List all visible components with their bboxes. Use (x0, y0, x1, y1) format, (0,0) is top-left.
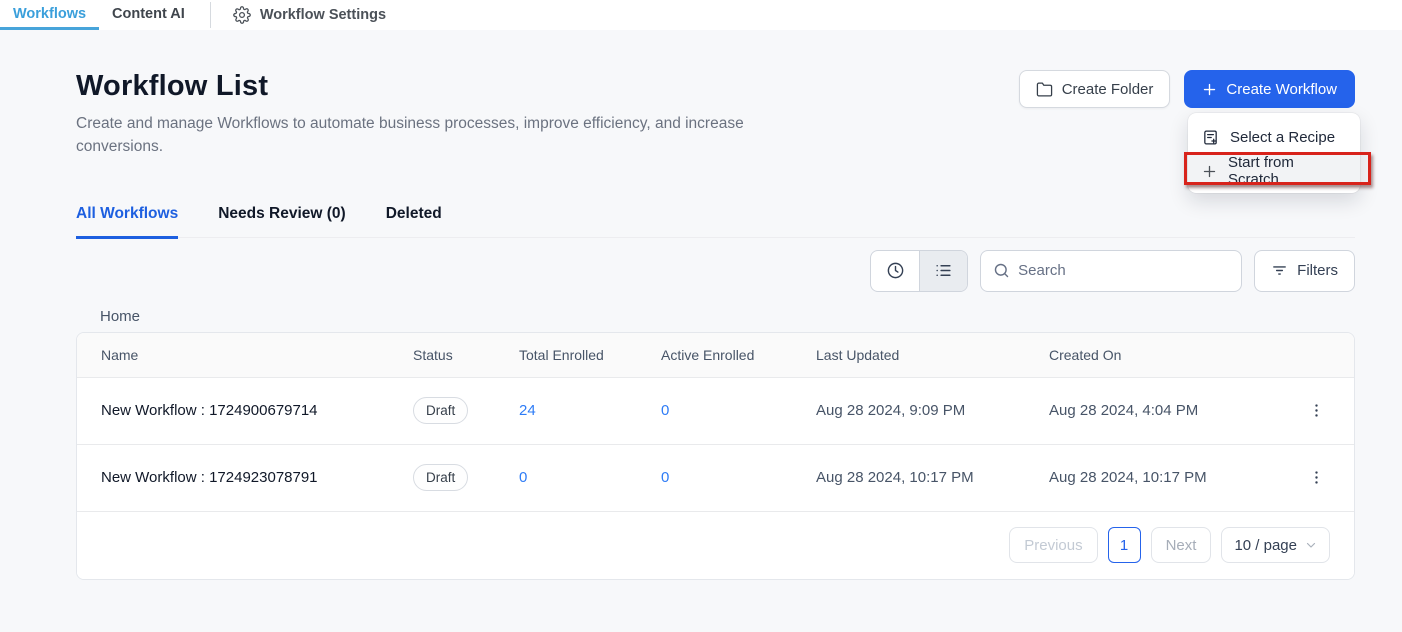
menu-item-label: Start from Scratch (1228, 154, 1346, 188)
row-actions-button[interactable] (1279, 402, 1354, 419)
previous-page-button[interactable]: Previous (1009, 527, 1097, 563)
next-page-button[interactable]: Next (1151, 527, 1212, 563)
plus-icon (1202, 164, 1217, 179)
search-icon (993, 262, 1010, 279)
topnav-tab-workflows[interactable]: Workflows (0, 0, 99, 30)
column-header-active-enrolled: Active Enrolled (661, 347, 816, 363)
topnav-workflow-settings[interactable]: Workflow Settings (223, 0, 396, 30)
plus-icon (1202, 82, 1217, 97)
workflow-view-tabs: All Workflows Needs Review (0) Deleted (76, 205, 1355, 238)
column-header-created-on: Created On (1049, 347, 1279, 363)
kebab-menu-icon (1308, 402, 1325, 419)
gear-icon (233, 6, 251, 24)
filters-label: Filters (1297, 262, 1338, 279)
last-updated-value: Aug 28 2024, 9:09 PM (816, 402, 1049, 419)
create-workflow-menu: Select a Recipe Start from Scratch (1188, 113, 1360, 193)
filters-button[interactable]: Filters (1254, 250, 1355, 292)
total-enrolled-link[interactable]: 24 (519, 402, 536, 419)
active-enrolled-link[interactable]: 0 (661, 402, 669, 419)
page-header-text: Workflow List Create and manage Workflow… (76, 70, 821, 159)
status-cell: Draft (413, 397, 519, 424)
page-header: Workflow List Create and manage Workflow… (76, 30, 1355, 159)
pagination-bar: Previous 1 Next 10 / page (77, 511, 1354, 579)
workflow-table-card: Name Status Total Enrolled Active Enroll… (76, 332, 1355, 580)
tab-needs-review[interactable]: Needs Review (0) (218, 205, 346, 239)
page-title: Workflow List (76, 70, 821, 103)
create-folder-label: Create Folder (1062, 81, 1154, 98)
workflow-settings-label: Workflow Settings (260, 7, 386, 23)
search-box (980, 250, 1242, 292)
top-navigation: Workflows Content AI Workflow Settings (0, 0, 1402, 30)
tab-all-workflows[interactable]: All Workflows (76, 205, 178, 239)
list-view-button[interactable] (919, 251, 967, 291)
page-size-select[interactable]: 10 / page (1221, 527, 1330, 563)
table-row[interactable]: New Workflow : 1724900679714 Draft 24 0 … (77, 377, 1354, 444)
topnav-tab-label: Workflows (13, 6, 86, 22)
chevron-down-icon (1305, 539, 1317, 551)
column-header-status: Status (413, 347, 519, 363)
tab-deleted[interactable]: Deleted (386, 205, 442, 239)
page-number-button[interactable]: 1 (1108, 527, 1141, 563)
table-header-row: Name Status Total Enrolled Active Enroll… (77, 333, 1354, 377)
page-size-label: 10 / page (1234, 537, 1297, 554)
recipe-icon (1202, 129, 1219, 146)
list-view-icon (934, 261, 953, 280)
topnav-divider (210, 2, 211, 28)
active-enrolled-link[interactable]: 0 (661, 469, 669, 486)
status-badge: Draft (413, 397, 468, 424)
breadcrumb[interactable]: Home (76, 308, 1355, 325)
kebab-menu-icon (1308, 469, 1325, 486)
list-toolbar: Filters (76, 250, 1355, 292)
create-workflow-label: Create Workflow (1226, 81, 1337, 98)
menu-item-select-a-recipe[interactable]: Select a Recipe (1188, 119, 1360, 155)
page-subtitle: Create and manage Workflows to automate … (76, 112, 821, 159)
column-header-name: Name (101, 347, 413, 363)
workflow-name[interactable]: New Workflow : 1724923078791 (101, 469, 413, 486)
workflow-name[interactable]: New Workflow : 1724900679714 (101, 402, 413, 419)
last-updated-value: Aug 28 2024, 10:17 PM (816, 469, 1049, 486)
folder-icon (1036, 81, 1053, 98)
history-view-button[interactable] (871, 251, 919, 291)
filter-icon (1271, 262, 1288, 279)
menu-item-start-from-scratch[interactable]: Start from Scratch (1188, 155, 1360, 187)
row-actions-button[interactable] (1279, 469, 1354, 486)
column-header-last-updated: Last Updated (816, 347, 1049, 363)
create-folder-button[interactable]: Create Folder (1019, 70, 1171, 108)
total-enrolled-link[interactable]: 0 (519, 469, 527, 486)
status-cell: Draft (413, 464, 519, 491)
status-badge: Draft (413, 464, 468, 491)
create-workflow-button[interactable]: Create Workflow (1184, 70, 1355, 108)
table-row[interactable]: New Workflow : 1724923078791 Draft 0 0 A… (77, 444, 1354, 511)
topnav-tab-content-ai[interactable]: Content AI (99, 0, 198, 30)
topnav-tab-label: Content AI (112, 6, 185, 22)
menu-item-label: Select a Recipe (1230, 129, 1335, 146)
created-on-value: Aug 28 2024, 4:04 PM (1049, 402, 1279, 419)
column-header-total-enrolled: Total Enrolled (519, 347, 661, 363)
created-on-value: Aug 28 2024, 10:17 PM (1049, 469, 1279, 486)
view-mode-toggle (870, 250, 968, 292)
clock-icon (886, 261, 905, 280)
search-input[interactable] (1018, 262, 1229, 279)
workflow-list-page: Workflow List Create and manage Workflow… (0, 30, 1402, 580)
